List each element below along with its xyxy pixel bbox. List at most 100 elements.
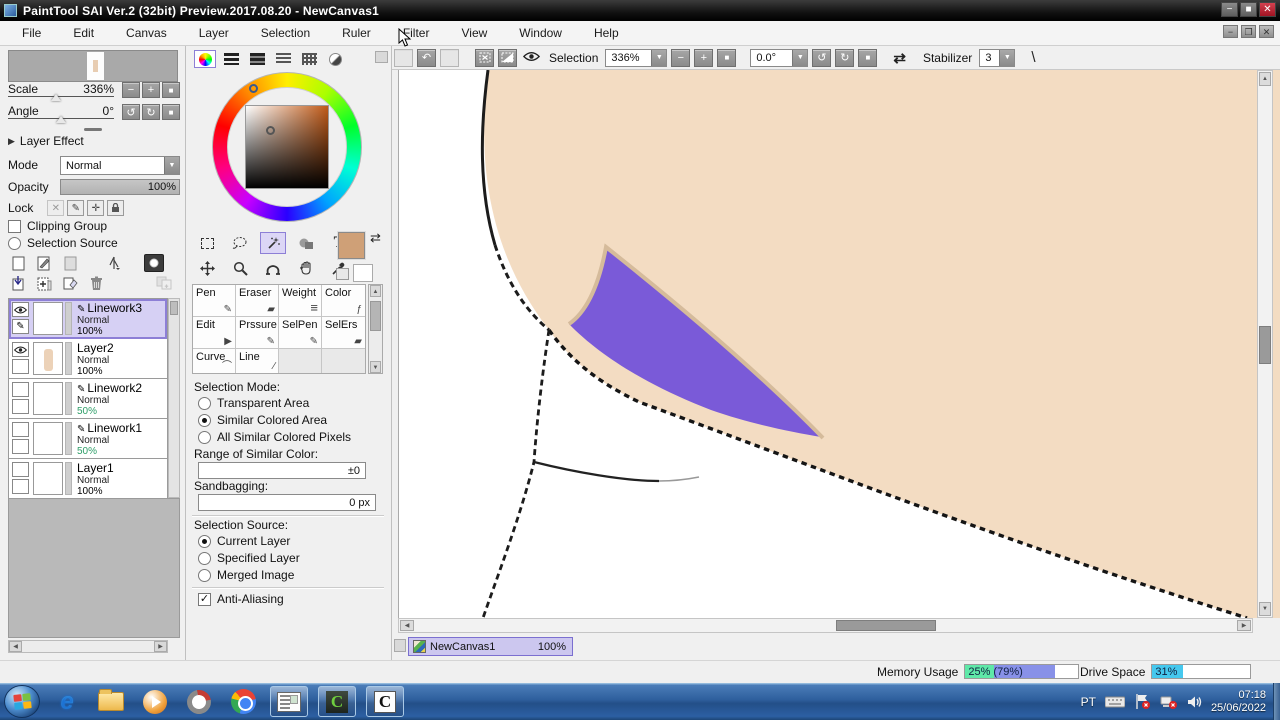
taskbar-painttool-sai-active[interactable] [270,686,308,717]
selection-source-row[interactable]: Selection Source [8,236,118,250]
taskbar-camtasia-editor[interactable]: C [366,686,404,717]
menu-ruler[interactable]: Ruler [332,22,381,44]
mode-similar-colored-area[interactable]: Similar Colored Area [198,413,327,427]
custom-color-tab[interactable] [324,50,346,68]
color-wheel-tab[interactable] [194,50,216,68]
layer-visibility-toggle[interactable] [12,382,29,397]
navigator-preview[interactable] [8,50,178,82]
taskbar-clock[interactable]: 07:18 25/06/2022 [1211,689,1266,715]
hsv-sliders-tab[interactable] [246,50,268,68]
layer-visibility-toggle[interactable] [12,342,29,357]
tool-weight[interactable]: Weight ≡ [279,285,322,317]
volume-icon[interactable] [1187,695,1202,709]
angle-select[interactable]: 0.0° ▼ [750,48,809,67]
source-specified-layer[interactable]: Specified Layer [198,551,300,565]
lock-pixels-button[interactable]: ✎ [67,200,85,216]
scroll-down-icon[interactable]: ▼ [370,361,381,373]
layer-thumbnail[interactable] [33,342,63,375]
canvas-zoom-out-button[interactable]: − [671,48,691,67]
menu-canvas[interactable]: Canvas [116,22,177,44]
scale-slider-thumb[interactable] [51,94,61,101]
clipping-group-checkbox[interactable] [8,219,21,233]
tool-prssure[interactable]: Prssure ✎ [236,317,279,349]
canvas-zoom-in-button[interactable]: + [694,48,714,67]
show-desktop-button[interactable] [1273,683,1280,720]
tool-color[interactable]: Color ƒ [322,285,365,317]
canvas-vscrollbar[interactable]: ▲ ▼ [1257,70,1273,618]
new-layer-button[interactable] [8,254,28,272]
radio-current-layer[interactable] [198,534,211,548]
tool-grid-scroll-thumb[interactable] [370,301,381,331]
layer-row-layer1[interactable]: Layer1 Normal 100% [9,459,167,499]
mdi-close-button[interactable]: ✕ [1259,25,1274,38]
layer-visibility-toggle[interactable] [12,422,29,437]
hscroll-thumb[interactable] [836,620,936,631]
close-button[interactable]: ✕ [1259,2,1276,17]
sv-marker[interactable] [266,126,275,135]
panel-splitter-grip[interactable] [84,128,102,131]
layers-scrollbar[interactable] [168,298,180,498]
mode-transparent-area[interactable]: Transparent Area [198,396,309,410]
source-merged-image[interactable]: Merged Image [198,568,294,582]
move-tool[interactable] [194,257,220,279]
menu-layer[interactable]: Layer [189,22,239,44]
paints-effect-button[interactable] [144,254,164,272]
angle-slider-thumb[interactable] [56,116,66,123]
rotate-ccw-button[interactable]: ↺ [122,104,140,120]
layer-thumbnail[interactable] [33,302,63,335]
new-linework-layer-button[interactable] [34,254,54,272]
lock-transparency-button[interactable]: ✕ [47,200,65,216]
chevron-down-icon[interactable]: ▼ [651,49,667,66]
rotate-view-tool[interactable] [260,257,286,279]
taskbar-media-player[interactable] [138,687,172,717]
taskbar-file-explorer[interactable] [94,687,128,717]
clipping-group-row[interactable]: Clipping Group [8,219,107,233]
invert-selection-button[interactable] [498,48,517,67]
angle-reset-button[interactable]: ■ [162,104,180,120]
layer-mask-button[interactable] [154,274,174,292]
menu-help[interactable]: Help [584,22,629,44]
canvas-rotate-ccw-button[interactable]: ↺ [812,48,832,67]
scroll-up-icon[interactable]: ▲ [370,285,381,297]
canvas-zoom-reset-button[interactable]: ■ [717,48,737,67]
rotate-cw-button[interactable]: ↻ [142,104,160,120]
tool-edit[interactable]: Edit ▶ [193,317,236,349]
zoom-out-button[interactable]: − [122,82,140,98]
canvas-viewport[interactable] [398,69,1280,620]
radio-transparent-area[interactable] [198,396,211,410]
action-center-flag-icon[interactable] [1134,694,1151,709]
new-layer-set-button[interactable] [60,254,80,272]
scroll-left-icon[interactable]: ◀ [400,620,414,631]
canvas-rotate-reset-button[interactable]: ■ [858,48,878,67]
canvas-rotate-cw-button[interactable]: ↻ [835,48,855,67]
sandbagging-input[interactable]: 0 px [198,494,376,511]
tool-grid-scrollbar[interactable]: ▲ ▼ [368,284,383,374]
scroll-right-icon[interactable]: ▶ [1237,620,1251,631]
primary-color-swatch[interactable] [337,231,366,260]
selection-source-radio[interactable] [8,236,21,250]
delete-layer-button[interactable] [86,274,106,292]
layers-scrollbar-thumb[interactable] [170,301,178,315]
canvas-hscrollbar[interactable]: ◀ ▶ [398,618,1253,633]
zoom-select[interactable]: 336% ▼ [605,48,668,67]
layer-row-linework2[interactable]: ✎ Linework2 Normal 50% [9,379,167,419]
layer-edit-toggle[interactable] [12,359,29,374]
transfer-down-button[interactable] [8,274,28,292]
color-mixer-tab[interactable] [272,50,294,68]
selection-visibility-icon[interactable] [522,49,541,67]
layer-edit-toggle[interactable] [12,439,29,454]
mode-all-similar-pixels[interactable]: All Similar Colored Pixels [198,430,351,444]
menu-edit[interactable]: Edit [63,22,104,44]
radio-similar-colored-area[interactable] [198,413,211,427]
tool-curve[interactable]: Curve ⌒ [193,349,236,373]
scale-slider-track[interactable] [8,96,114,97]
layer-thumbnail[interactable] [33,382,63,415]
stabilizer-select[interactable]: 3 ▼ [979,48,1016,67]
keyboard-icon[interactable] [1104,696,1125,708]
vscroll-thumb[interactable] [1259,326,1271,364]
tool-line[interactable]: Line ∕ [236,349,279,373]
menu-view[interactable]: View [451,22,497,44]
canvas-tab-newcanvas1[interactable]: NewCanvas1 100% [408,637,573,656]
tab-scroll-button[interactable] [394,639,406,652]
menu-selection[interactable]: Selection [251,22,320,44]
